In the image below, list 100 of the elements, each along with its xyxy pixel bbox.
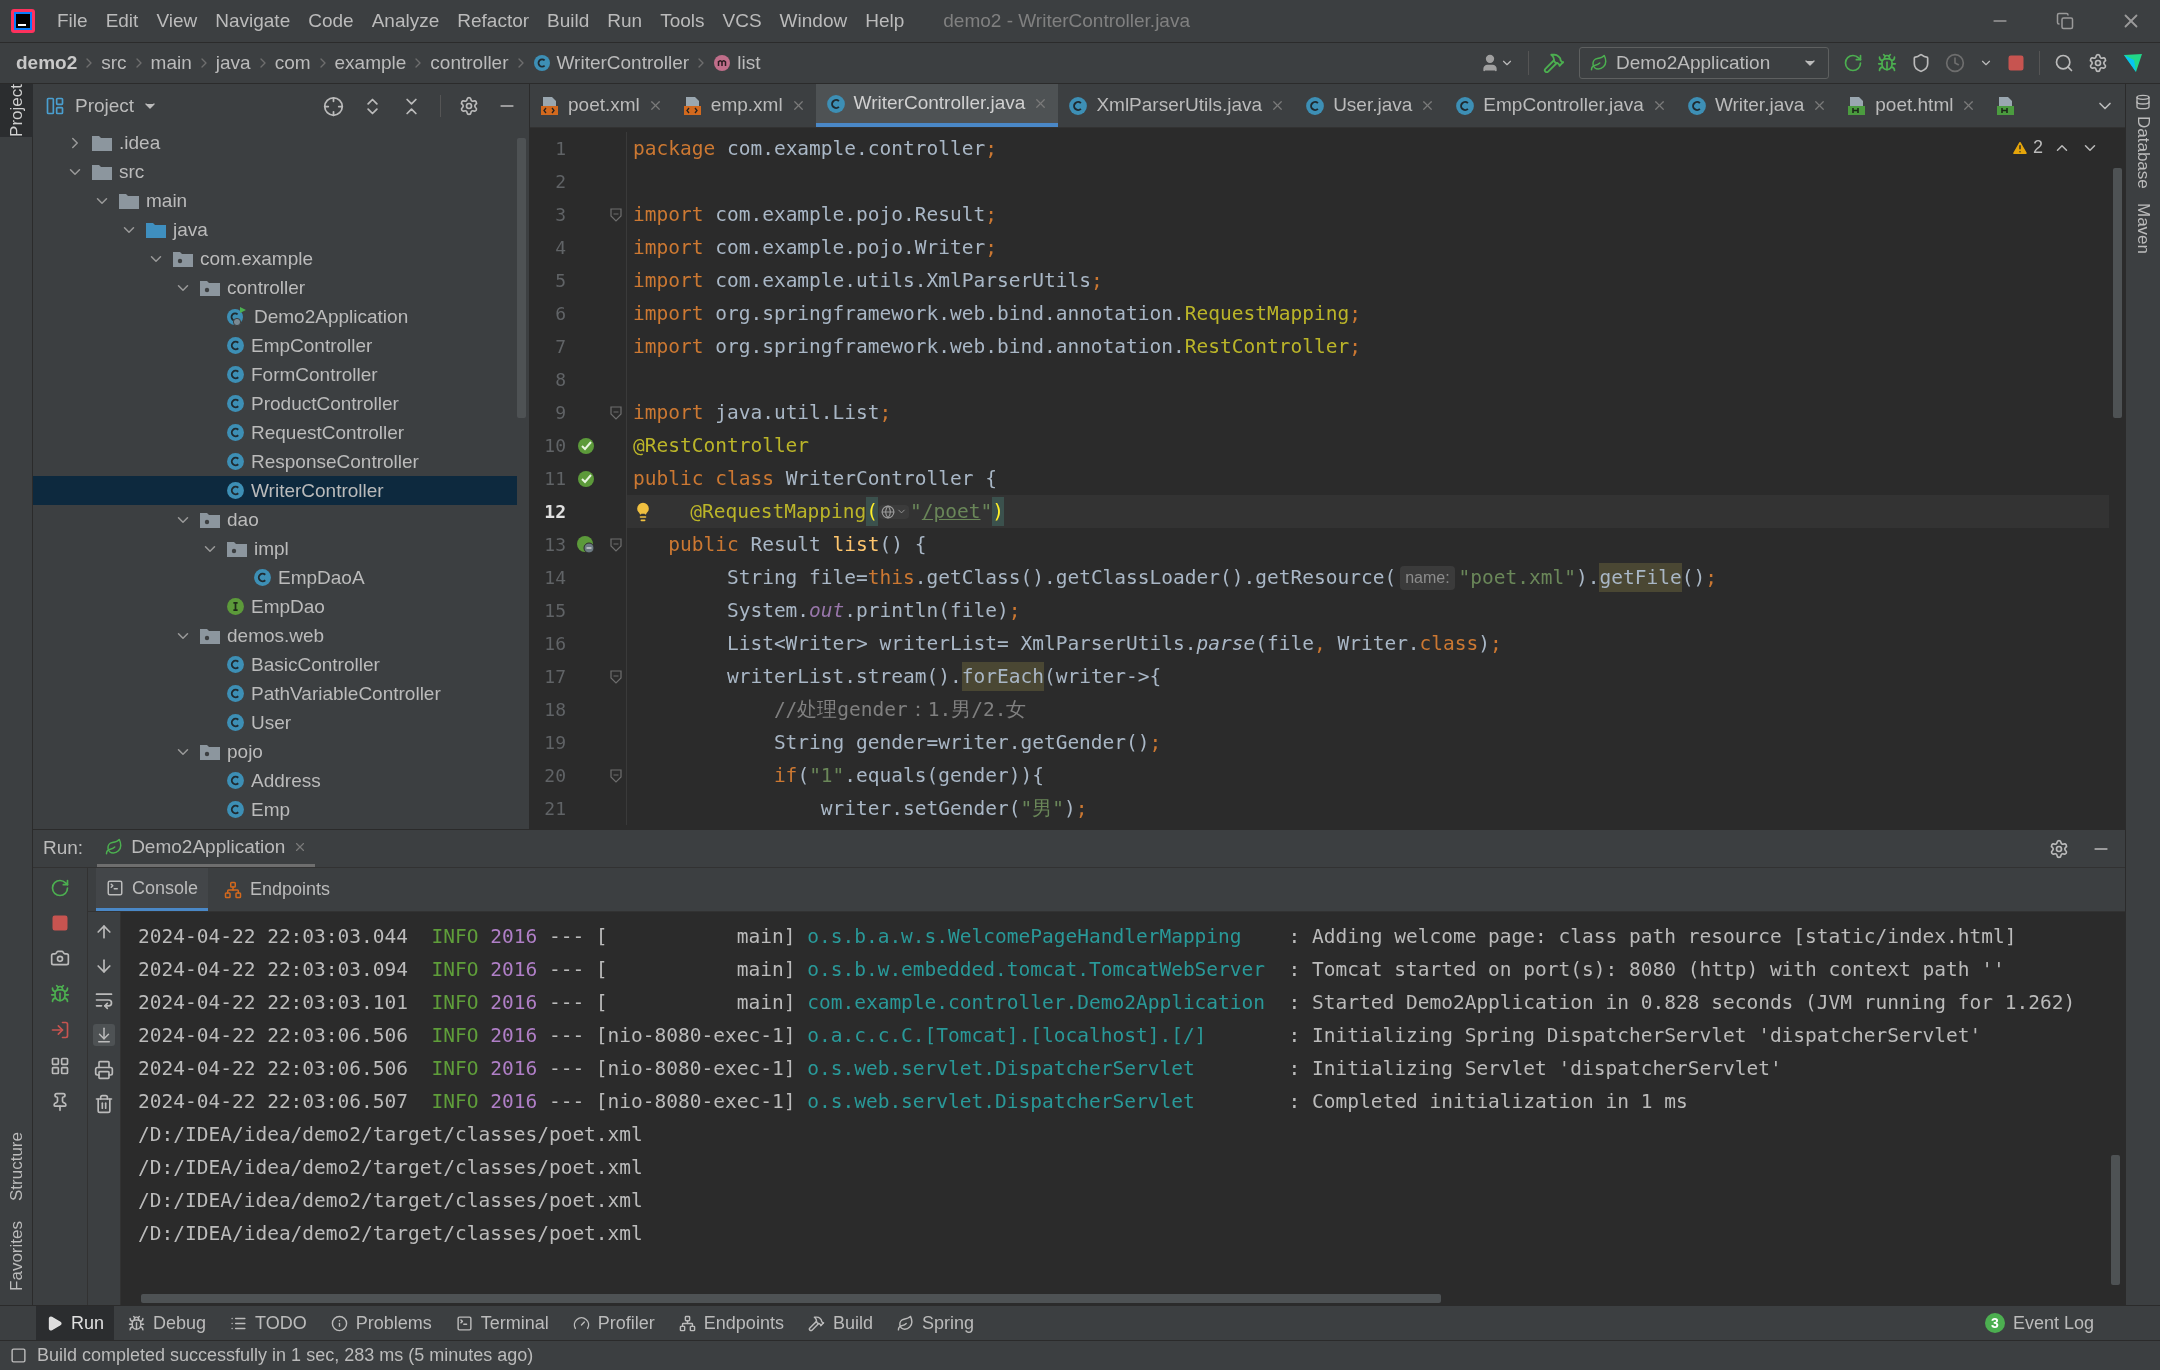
editor-tab[interactable]: poet.xml <box>530 84 673 127</box>
tree-item[interactable]: EmpDao <box>33 592 517 621</box>
editor-tab[interactable]: Writer.java <box>1676 84 1838 127</box>
tree-item[interactable]: ProductController <box>33 389 517 418</box>
menu-item[interactable]: Navigate <box>206 6 300 36</box>
settings-icon[interactable] <box>2049 838 2069 859</box>
pin-icon[interactable] <box>50 1092 70 1112</box>
tree-item[interactable]: User <box>33 708 517 737</box>
camera-icon[interactable] <box>50 948 70 968</box>
scrollbar-thumb[interactable] <box>2111 1155 2120 1285</box>
stop-icon[interactable] <box>2007 54 2025 72</box>
console-tab[interactable]: Console <box>96 868 209 911</box>
rerun-icon[interactable] <box>1843 53 1863 73</box>
tree-item[interactable]: Emp <box>33 795 517 824</box>
tree-item[interactable]: BasicController <box>33 650 517 679</box>
warning-count[interactable]: 2 <box>2011 134 2043 161</box>
locate-icon[interactable] <box>323 95 344 117</box>
side-tab[interactable]: Project <box>0 84 33 137</box>
tool-window-tab[interactable]: Run <box>36 1306 115 1340</box>
menu-item[interactable]: Analyze <box>362 6 449 36</box>
menu-item[interactable]: VCS <box>713 6 771 36</box>
tree-item[interactable]: main <box>33 186 517 215</box>
debug-icon[interactable] <box>50 984 70 1004</box>
breadcrumb[interactable]: main <box>150 48 192 78</box>
menu-item[interactable]: Refactor <box>448 6 539 36</box>
tree-item[interactable]: demos.web <box>33 621 517 650</box>
scrollbar-thumb[interactable] <box>141 1293 1441 1303</box>
side-tab[interactable]: Maven <box>2126 202 2160 254</box>
editor-tab[interactable]: EmpController.java <box>1445 84 1677 127</box>
layout-toggle-icon[interactable] <box>10 1347 27 1364</box>
fold-icon[interactable] <box>610 537 622 552</box>
tree-item[interactable]: src <box>33 157 517 186</box>
fold-icon[interactable] <box>610 768 622 783</box>
tree-item[interactable]: FormController <box>33 360 517 389</box>
user-dropdown-icon[interactable] <box>1480 53 1514 73</box>
tool-window-tab[interactable]: Problems <box>320 1306 442 1340</box>
editor-tab[interactable]: poet.html <box>1837 84 1987 127</box>
tree-item[interactable]: .idea <box>33 128 517 157</box>
scroll-to-end-icon[interactable] <box>93 1024 115 1046</box>
menu-item[interactable]: Run <box>598 6 652 36</box>
tool-window-tab[interactable]: Endpoints <box>668 1306 794 1340</box>
menu-item[interactable]: File <box>48 6 97 36</box>
tree-item[interactable]: impl <box>33 534 517 563</box>
tool-window-tab[interactable]: Debug <box>118 1306 217 1340</box>
tree-item[interactable]: pojo <box>33 737 517 766</box>
print-icon[interactable] <box>94 1060 114 1080</box>
breadcrumb[interactable]: WriterController <box>532 48 690 78</box>
tree-item[interactable]: java <box>33 215 517 244</box>
wrap-icon[interactable] <box>94 990 114 1010</box>
editor-tab[interactable]: emp.xml <box>672 84 816 127</box>
search-icon[interactable] <box>2054 53 2074 73</box>
menu-item[interactable]: View <box>147 6 207 36</box>
tree-item[interactable]: Address <box>33 766 517 795</box>
tree-item[interactable]: EmpDaoA <box>33 563 517 592</box>
tool-window-tab[interactable]: Build <box>797 1306 883 1340</box>
run-config-dropdown[interactable]: Demo2Application <box>1579 47 1829 79</box>
tree-item[interactable]: WriterController <box>33 476 517 505</box>
breadcrumb[interactable]: controller <box>430 48 509 78</box>
tool-window-tab[interactable]: Profiler <box>562 1306 665 1340</box>
menu-item[interactable]: Build <box>538 6 599 36</box>
menu-item[interactable]: Tools <box>651 6 714 36</box>
hammer-icon[interactable] <box>1543 52 1565 74</box>
globe-dropdown-icon[interactable] <box>879 504 910 519</box>
toolbox-logo[interactable] <box>2122 52 2144 74</box>
fold-icon[interactable] <box>610 405 622 420</box>
side-tab[interactable]: Structure <box>0 1132 33 1202</box>
fold-icon[interactable] <box>610 207 622 222</box>
tool-window-tab[interactable]: Spring <box>886 1306 984 1340</box>
menu-item[interactable]: Help <box>856 6 914 36</box>
breadcrumb[interactable]: java <box>215 48 251 78</box>
breadcrumb[interactable]: example <box>334 48 407 78</box>
debug-icon[interactable] <box>1877 53 1897 73</box>
tree-item[interactable]: EmpController <box>33 331 517 360</box>
profiler-icon[interactable] <box>1945 53 1965 73</box>
rerun-icon[interactable] <box>50 878 70 898</box>
tree-item[interactable]: ResponseController <box>33 447 517 476</box>
process-tab[interactable]: Demo2Application <box>97 830 316 867</box>
event-log-button[interactable]: 3 Event Log <box>1984 1309 2124 1337</box>
editor-tab[interactable]: WriterController.java <box>815 84 1059 127</box>
breadcrumb[interactable]: src <box>101 48 127 78</box>
console-tab[interactable]: Endpoints <box>214 868 341 911</box>
tool-window-tab[interactable]: TODO <box>220 1306 317 1340</box>
breadcrumb[interactable]: com <box>274 48 311 78</box>
layout-icon[interactable] <box>50 1056 70 1076</box>
side-tab[interactable]: Favorites <box>0 1221 33 1291</box>
tree-item[interactable]: com.example <box>33 244 517 273</box>
tool-window-tab[interactable]: Terminal <box>445 1306 559 1340</box>
panel-title-dropdown[interactable]: Project <box>75 91 159 121</box>
restore-icon[interactable] <box>2056 12 2074 30</box>
settings-icon[interactable] <box>2088 53 2108 73</box>
menu-item[interactable]: Edit <box>96 6 148 36</box>
menu-item[interactable]: Window <box>770 6 857 36</box>
menu-item[interactable]: Code <box>299 6 363 36</box>
breadcrumb[interactable]: list <box>713 48 761 78</box>
exit-icon[interactable] <box>50 1020 70 1040</box>
tree-item[interactable]: controller <box>33 273 517 302</box>
editor-tab[interactable]: User.java <box>1295 84 1446 127</box>
coverage-icon[interactable] <box>1911 53 1931 73</box>
tree-item[interactable]: dao <box>33 505 517 534</box>
settings-icon[interactable] <box>459 96 479 116</box>
